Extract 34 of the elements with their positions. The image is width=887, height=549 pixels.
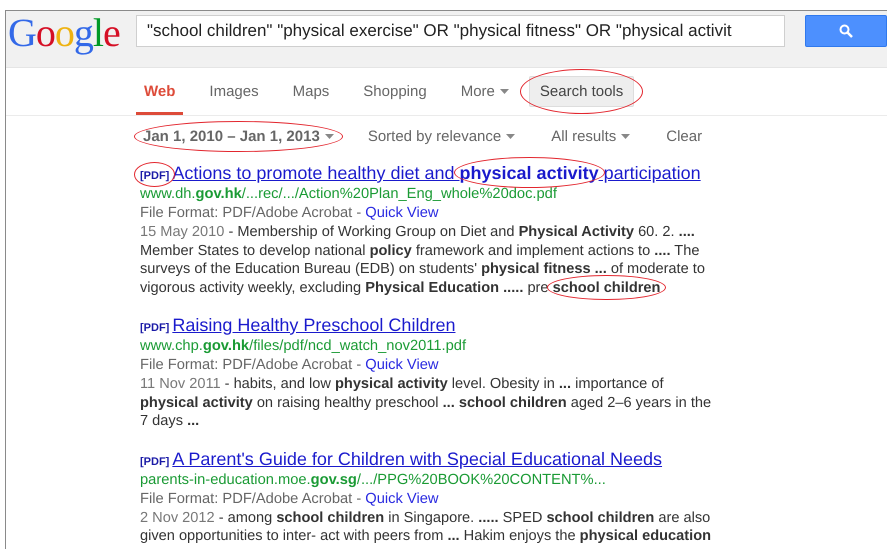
pdf-label: [PDF]: [140, 170, 170, 182]
quick-view-link[interactable]: Quick View: [365, 205, 438, 221]
result-url: parents-in-education.moe.gov.sg/.../PPG%20BOOK%20CONTENT%...: [140, 470, 607, 490]
filter-menu[interactable]: Sorted by relevance: [368, 128, 516, 144]
date-range-menu[interactable]: Jan 1, 2010 – Jan 1, 2013: [143, 128, 334, 144]
file-format: File Format: PDF/Adobe Acrobat -: [140, 490, 362, 506]
menu-tab[interactable]: More: [452, 68, 517, 115]
result-title-link[interactable]: Raising Healthy Preschool Children: [172, 313, 456, 337]
result-snippet: 15 May 2010 - Membership of Working Group on Diet and Physical Activity 60. 2. .... Member States to develop national policy framework and implement actions to .... The surveys of the Education Bureau (EDB) on students' physical fitness ... of moderate to vigorous activity weekly, excluding Physical Education ..... pre school children: [140, 223, 712, 297]
caret-icon: [621, 134, 630, 138]
tab[interactable]: Images: [201, 68, 267, 115]
file-format: File Format: PDF/Adobe Acrobat -: [140, 205, 362, 221]
search-button[interactable]: [805, 15, 887, 47]
result-snippet: 11 Nov 2011 - habits, and low physical activity level. Obesity in ... importance of physical activity on raising healthy preschool ... school children aged 2–6 years in the 7 days ...: [140, 375, 712, 430]
pdf-label: [PDF]: [140, 322, 170, 334]
quick-view-link[interactable]: Quick View: [365, 357, 438, 373]
result-url: www.dh.gov.hk/...rec/.../Action%20Plan_Eng_whole%20doc.pdf: [140, 185, 558, 204]
search-icon: [839, 24, 854, 38]
result-url: www.chp.gov.hk/files/pdf/ncd_watch_nov2011.pdf: [140, 337, 468, 356]
search-field[interactable]: "school children" "physical exercise" OR "physical fitness" OR "physical activit: [136, 15, 786, 47]
tab[interactable]: Web: [136, 68, 184, 115]
result-title-link[interactable]: A Parent's Guide for Children with Special Educational Needs: [172, 446, 662, 470]
result-snippet: 2 Nov 2012 - among school children in Singapore. ..... SPED school children are also given opportunities to inter- act with peers from ... Hakim enjoys the physical education: [140, 508, 712, 546]
filter-menu[interactable]: All results: [551, 128, 630, 144]
caret-icon: [324, 134, 334, 138]
caret-icon: [506, 134, 516, 138]
tab[interactable]: Shopping: [355, 68, 435, 115]
pdf-label: [PDF]: [140, 456, 170, 468]
file-format: File Format: PDF/Adobe Acrobat -: [140, 357, 362, 373]
quick-view-link[interactable]: Quick View: [365, 490, 438, 506]
clear-link[interactable]: Clear: [666, 128, 702, 144]
tab[interactable]: Maps: [284, 68, 338, 115]
search-tools-button[interactable]: Search tools: [528, 76, 634, 107]
caret-icon: [500, 89, 509, 94]
